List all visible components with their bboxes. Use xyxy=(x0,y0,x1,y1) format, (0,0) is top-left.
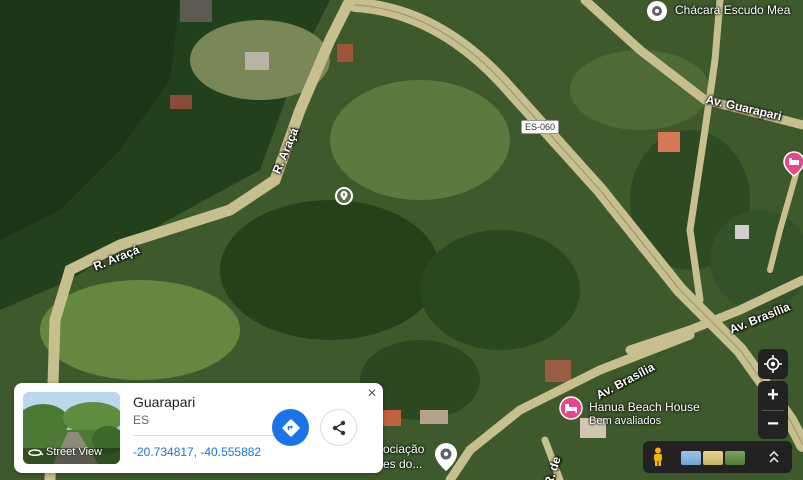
directions-button[interactable] xyxy=(272,409,309,446)
place-info-card[interactable]: Street View Guarapari ES -20.734817, -40… xyxy=(14,383,383,473)
layer-thumb-default[interactable] xyxy=(681,451,701,465)
selected-location-pin[interactable] xyxy=(334,186,354,211)
hotel-bed-icon xyxy=(559,396,583,420)
place-sub-hanua: Bem avaliados xyxy=(589,415,662,427)
street-view-rotate-icon xyxy=(28,449,43,456)
map-bottom-toolbar xyxy=(643,441,792,473)
place-marker-icon xyxy=(647,1,667,21)
share-button[interactable] xyxy=(320,409,357,446)
directions-icon xyxy=(281,418,300,437)
zoom-in-button[interactable]: + xyxy=(758,381,788,410)
crosshair-icon xyxy=(764,355,782,373)
layer-thumb-terrain[interactable] xyxy=(703,451,723,465)
pegman-button[interactable] xyxy=(651,447,665,472)
place-label-hanua[interactable]: Hanua Beach House xyxy=(589,400,700,414)
zoom-controls: + − xyxy=(758,381,788,439)
chevron-up-icon xyxy=(769,450,779,463)
place-coordinates[interactable]: -20.734817, -40.555882 xyxy=(133,445,261,459)
card-divider xyxy=(133,435,275,436)
place-title: Guarapari xyxy=(133,394,196,410)
place-pin-associacao[interactable] xyxy=(433,442,459,477)
highway-shield-es-060: ES-060 xyxy=(521,120,560,134)
place-marker-icon xyxy=(435,443,457,471)
zoom-out-button[interactable]: − xyxy=(758,411,788,440)
share-icon xyxy=(332,420,345,435)
place-label-chacara[interactable]: Chácara Escudo Mea xyxy=(675,3,790,17)
location-pin-icon xyxy=(335,187,353,205)
my-location-button[interactable] xyxy=(758,349,788,379)
place-label-associacao-line1[interactable]: ociação xyxy=(383,442,424,456)
street-view-label: Street View xyxy=(27,446,102,458)
street-view-text: Street View xyxy=(46,446,103,458)
place-label-associacao-line2[interactable]: es do... xyxy=(383,457,422,471)
hotel-bed-icon xyxy=(783,151,803,177)
place-region: ES xyxy=(133,413,150,427)
layer-thumb-satellite[interactable] xyxy=(725,451,745,465)
close-icon[interactable]: × xyxy=(365,386,379,402)
lodging-pin-hanua[interactable] xyxy=(559,396,583,425)
lodging-pin-right[interactable] xyxy=(783,151,803,182)
pegman-icon xyxy=(654,447,662,466)
expand-layers-button[interactable] xyxy=(767,447,781,472)
street-view-thumbnail[interactable]: Street View xyxy=(23,392,120,464)
place-pin-chacara[interactable] xyxy=(645,0,669,29)
